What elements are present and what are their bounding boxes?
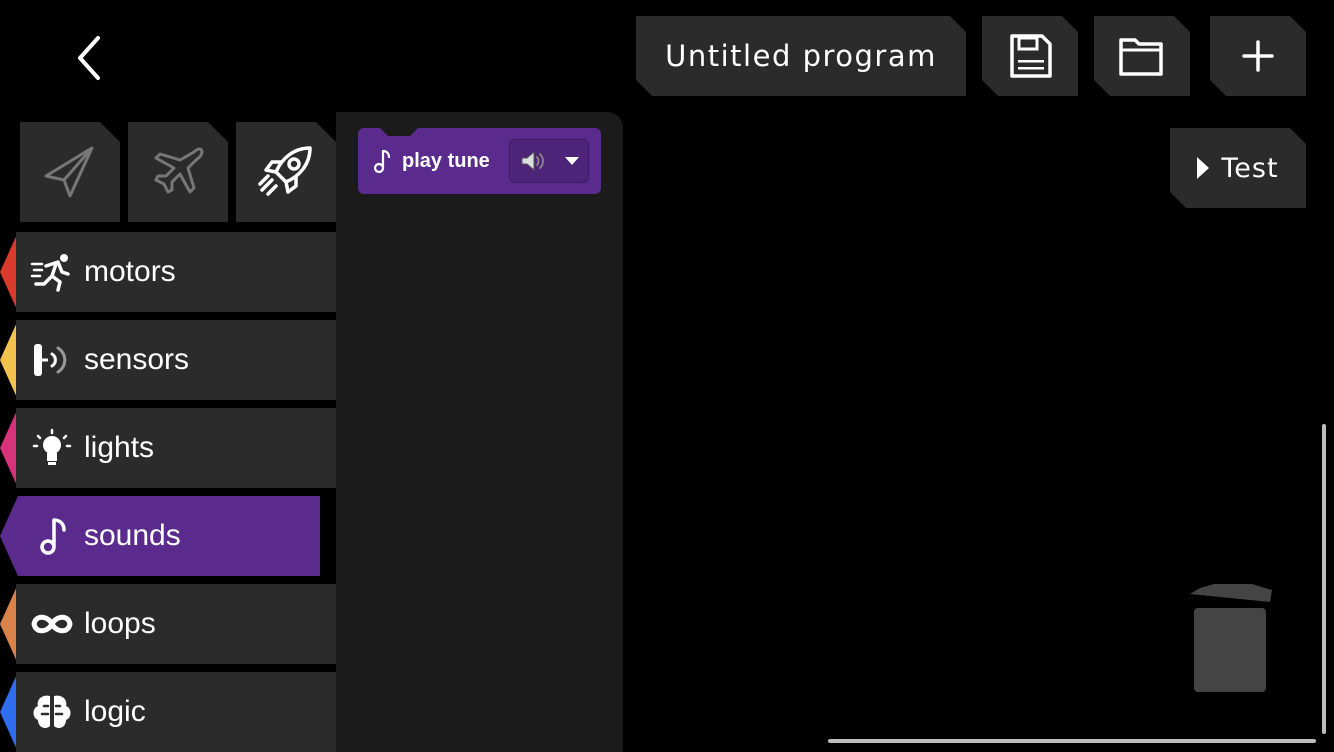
chevron-left-icon	[78, 36, 100, 80]
category-loops[interactable]: loops	[0, 584, 336, 664]
music-note-icon	[373, 149, 391, 174]
play-tune-block[interactable]: play tune	[358, 128, 601, 194]
program-title[interactable]: Untitled program	[636, 16, 966, 96]
category-label: sensors	[84, 343, 190, 376]
back-button[interactable]	[60, 28, 120, 88]
music-note-icon	[40, 518, 66, 555]
horizontal-scrollbar[interactable]	[828, 739, 1316, 743]
program-title-text: Untitled program	[665, 39, 937, 73]
category-sensors[interactable]: sensors	[0, 320, 336, 400]
category-label: sounds	[84, 519, 181, 552]
trash-can[interactable]	[1186, 578, 1278, 698]
rocket-icon	[254, 140, 318, 204]
lightbulb-icon	[32, 428, 72, 465]
open-button[interactable]	[1094, 16, 1190, 96]
category-sounds[interactable]: sounds	[0, 496, 336, 576]
save-button[interactable]	[982, 16, 1078, 96]
test-button-label: Test	[1221, 152, 1279, 184]
vertical-scrollbar[interactable]	[1322, 424, 1326, 734]
category-label: logic	[84, 695, 146, 728]
device-tab-airplane[interactable]	[128, 122, 228, 222]
running-person-icon	[30, 254, 70, 292]
chevron-down-icon	[565, 157, 579, 165]
device-tab-rocket[interactable]	[236, 122, 336, 222]
brain-icon	[33, 695, 71, 728]
tune-dropdown[interactable]	[509, 139, 589, 183]
block-palette	[336, 112, 623, 752]
category-label: motors	[84, 255, 176, 288]
infinity-icon	[31, 614, 73, 634]
trash-can-icon	[1190, 584, 1272, 692]
category-label: lights	[84, 431, 155, 464]
test-button[interactable]: Test	[1170, 128, 1306, 208]
device-tab-paper-plane[interactable]	[20, 122, 120, 222]
play-triangle-icon	[1197, 157, 1209, 179]
floppy-disk-icon	[1006, 32, 1054, 80]
airplane-icon	[148, 142, 208, 202]
category-logic[interactable]: logic	[0, 672, 336, 752]
block-label: play tune	[402, 149, 490, 172]
new-program-button[interactable]	[1210, 16, 1306, 96]
paper-plane-icon	[40, 142, 100, 202]
sensor-wave-icon	[34, 344, 67, 376]
category-lights[interactable]: lights	[0, 408, 336, 488]
plus-icon	[1240, 38, 1276, 74]
category-motors[interactable]: motors	[0, 232, 336, 312]
folder-icon	[1117, 34, 1167, 78]
speaker-icon	[521, 150, 544, 172]
category-label: loops	[84, 607, 156, 640]
